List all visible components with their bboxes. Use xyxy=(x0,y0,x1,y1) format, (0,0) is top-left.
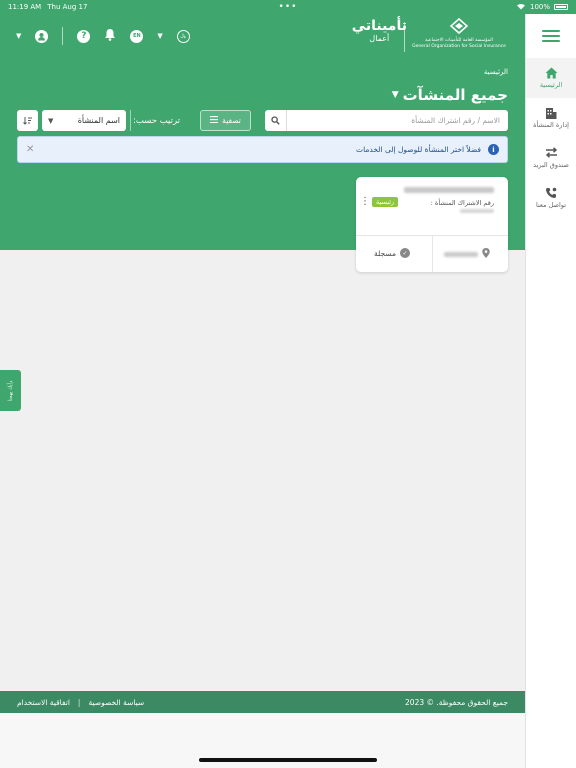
bell-icon[interactable] xyxy=(104,28,116,44)
sort-select[interactable]: اسم المنشأة ▼ xyxy=(42,110,126,131)
sort-label: ترتيب حسب: xyxy=(130,110,182,131)
copyright-text: جميع الحقوق محفوظة. © 2023 xyxy=(405,697,508,707)
status-time: 11:19 AM xyxy=(8,3,42,11)
alert-message: فضلاً اختر المنشأة للوصول إلى الخدمات xyxy=(356,145,481,154)
more-options-icon[interactable]: ⋮ xyxy=(360,197,370,207)
footer-links: سياسة الخصوصية | اتفاقية الاستخدام xyxy=(17,698,144,707)
feedback-tab-label: رأيك يهمنا xyxy=(7,380,14,401)
header-divider xyxy=(62,27,64,45)
info-alert: i فضلاً اختر المنشأة للوصول إلى الخدمات … xyxy=(17,136,508,163)
riyal-icon[interactable]: ﷼ xyxy=(176,29,190,43)
close-icon[interactable]: ✕ xyxy=(26,144,34,155)
status-text: مسجلة xyxy=(374,248,397,258)
page-title-text: جميع المنشآت xyxy=(402,86,508,104)
sidebar: الرئيسية إدارة المنشأة صندوق البريد تواص… xyxy=(525,14,576,768)
privacy-link[interactable]: سياسة الخصوصية xyxy=(88,698,144,707)
card-status: ✓ مسجلة xyxy=(374,248,411,258)
search-input[interactable]: الاسم / رقم اشتراك المنشأة xyxy=(287,116,508,125)
battery-icon xyxy=(554,4,568,10)
chevron-down-icon[interactable]: ▼ xyxy=(392,90,399,100)
subscription-number-blurred xyxy=(460,209,494,213)
sidebar-item-label: إدارة المنشأة xyxy=(533,121,569,129)
subscription-label: رقم الاشتراك المنشأة : xyxy=(430,199,494,207)
sidebar-item-mailbox[interactable]: صندوق البريد xyxy=(526,138,576,178)
gosi-logo-icon xyxy=(445,17,473,36)
sidebar-item-contact[interactable]: تواصل معنا xyxy=(526,178,576,218)
page-title[interactable]: جميع المنشآت ▼ xyxy=(392,86,508,104)
info-icon: i xyxy=(488,144,499,155)
building-icon xyxy=(545,107,557,121)
battery-percent: 100% xyxy=(529,3,550,11)
sidebar-item-label: الرئيسية xyxy=(539,81,563,89)
status-bar: 11:19 AM Thu Aug 17 ••• 100% xyxy=(0,0,576,14)
top-bar: ▼ ? EN ▼ ﷼ تأميناتي أعمال المؤسسة العامة… xyxy=(0,14,525,58)
home-indicator[interactable] xyxy=(199,758,377,762)
org-name-en: General Organization for Social Insuranc… xyxy=(412,44,506,49)
check-circle-icon: ✓ xyxy=(400,248,411,258)
app-brand: تأميناتي أعمال xyxy=(352,18,407,44)
currency-caret-icon[interactable]: ▼ xyxy=(157,32,162,40)
sidebar-item-establishment[interactable]: إدارة المنشأة xyxy=(526,98,576,138)
sidebar-item-label: تواصل معنا xyxy=(535,201,567,209)
feedback-tab[interactable]: رأيك يهمنا xyxy=(0,370,21,411)
home-icon xyxy=(545,67,558,81)
logo-divider xyxy=(404,22,405,52)
user-menu-caret-icon[interactable]: ▼ xyxy=(16,32,21,40)
card-location xyxy=(444,248,490,261)
brand-title: تأميناتي xyxy=(351,18,407,34)
sort-value: اسم المنشأة xyxy=(77,116,120,125)
filter-lines-icon xyxy=(210,116,219,125)
main-badge: رئيسية xyxy=(372,197,399,207)
location-pin-icon xyxy=(482,248,490,261)
search-icon[interactable] xyxy=(265,110,287,131)
sidebar-item-label: صندوق البريد xyxy=(533,161,569,169)
help-icon[interactable]: ? xyxy=(77,29,91,43)
establishment-card[interactable]: رقم الاشتراك المنشأة : رئيسية ⋮ ✓ مسجلة xyxy=(356,177,508,272)
breadcrumb[interactable]: الرئيسية xyxy=(484,68,508,76)
establishment-name-blurred xyxy=(404,187,494,193)
wifi-icon xyxy=(516,2,526,12)
hamburger-menu-icon[interactable] xyxy=(526,14,576,58)
location-blurred xyxy=(444,252,478,257)
brand-subtitle: أعمال xyxy=(369,34,390,43)
sidebar-item-home[interactable]: الرئيسية xyxy=(526,58,576,98)
terms-link[interactable]: اتفاقية الاستخدام xyxy=(17,698,70,707)
phone-icon xyxy=(545,187,557,201)
exchange-icon xyxy=(545,147,558,161)
content-area xyxy=(0,250,525,691)
search-box[interactable]: الاسم / رقم اشتراك المنشأة xyxy=(265,110,508,131)
user-icon[interactable] xyxy=(35,29,49,43)
filter-button[interactable]: تصفية xyxy=(200,110,251,131)
footer-link-divider: | xyxy=(77,697,81,707)
org-logo: المؤسسة العامة للتأمينات الاجتماعية Gene… xyxy=(409,17,509,50)
status-date: Thu Aug 17 xyxy=(47,3,88,11)
dropdown-arrow-icon: ▼ xyxy=(48,116,54,125)
footer: جميع الحقوق محفوظة. © 2023 سياسة الخصوصي… xyxy=(0,691,525,713)
sort-direction-icon[interactable] xyxy=(17,110,38,131)
card-vertical-divider xyxy=(432,236,433,272)
header-tools: ▼ ? EN ▼ ﷼ xyxy=(16,14,190,58)
filter-label: تصفية xyxy=(222,116,241,125)
multitask-dots-icon[interactable]: ••• xyxy=(279,2,298,12)
language-toggle[interactable]: EN xyxy=(130,29,144,43)
